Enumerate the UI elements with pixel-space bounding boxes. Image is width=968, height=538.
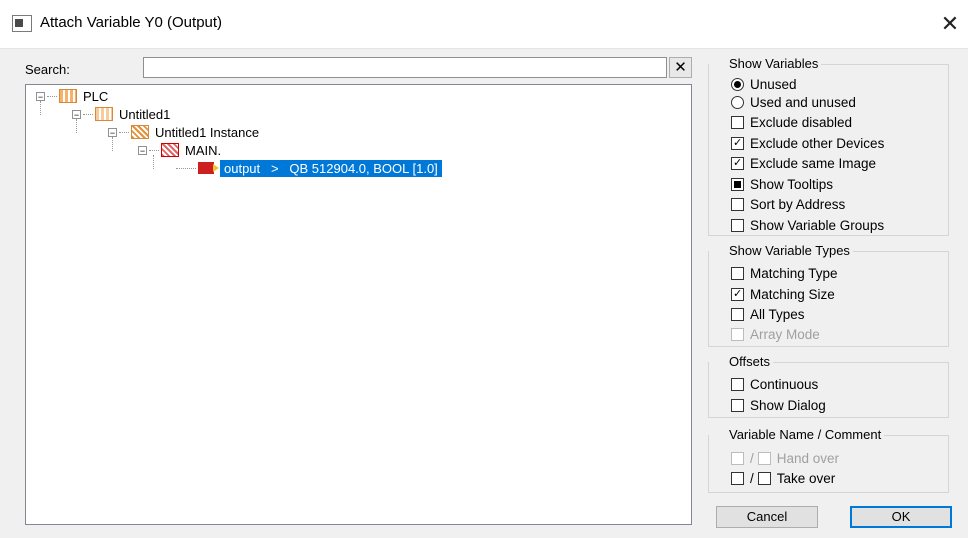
checkbox-icon: [757, 451, 771, 465]
checkbox-icon[interactable]: [731, 197, 744, 211]
checkbox-matching-size[interactable]: Matching Size: [731, 285, 835, 303]
tree-node-output-variable[interactable]: output > QB 512904.0, BOOL [1.0]: [176, 159, 442, 177]
collapse-icon[interactable]: −: [138, 145, 147, 155]
radio-used-and-unused[interactable]: Used and unused: [731, 93, 856, 111]
checkbox-icon[interactable]: [731, 177, 744, 191]
option-take-over[interactable]: / Take over: [731, 469, 835, 487]
variable-tree[interactable]: − PLC − Untitled1 − Untitled1 Instance −…: [25, 84, 692, 525]
tree-node-label: Untitled1 Instance: [155, 124, 260, 140]
radio-unused[interactable]: Unused: [731, 75, 797, 93]
tree-node-instance[interactable]: − Untitled1 Instance: [108, 123, 259, 141]
offsets-group: Offsets Continuous Show Dialog: [708, 354, 949, 418]
tree-node-label: MAIN.: [185, 142, 222, 158]
tree-node-label: Untitled1: [119, 106, 171, 122]
checkbox-icon[interactable]: [731, 471, 744, 485]
checkbox-icon[interactable]: [731, 266, 744, 280]
checkbox-icon[interactable]: [731, 136, 744, 150]
tree-node-label: PLC: [83, 88, 109, 104]
checkbox-show-dialog[interactable]: Show Dialog: [731, 396, 826, 414]
radio-icon[interactable]: [731, 77, 744, 91]
collapse-icon[interactable]: −: [72, 109, 81, 119]
close-button[interactable]: ✕: [932, 4, 968, 44]
checkbox-icon[interactable]: [757, 471, 771, 485]
checkbox-show-tooltips[interactable]: Show Tooltips: [731, 175, 833, 193]
checkbox-icon[interactable]: [731, 398, 744, 412]
main-program-icon: [161, 143, 179, 157]
checkbox-icon[interactable]: [731, 218, 744, 232]
checkbox-exclude-disabled[interactable]: Exclude disabled: [731, 113, 852, 131]
title-bar: Attach Variable Y0 (Output) ✕: [0, 0, 968, 49]
checkbox-sort-by-address[interactable]: Sort by Address: [731, 195, 845, 213]
checkbox-icon[interactable]: [731, 115, 744, 129]
project-icon: [95, 107, 113, 121]
search-input[interactable]: [143, 57, 667, 78]
group-legend: Offsets: [709, 354, 773, 369]
instance-icon: [131, 125, 149, 139]
checkbox-icon: [731, 451, 744, 465]
show-variable-types-group: Show Variable Types Matching Type Matchi…: [708, 243, 949, 347]
group-legend: Show Variables: [709, 56, 822, 71]
variable-name-comment-group: Variable Name / Comment / Hand over / Ta…: [708, 427, 949, 493]
ok-button[interactable]: OK: [850, 506, 952, 528]
checkbox-exclude-same-image[interactable]: Exclude same Image: [731, 154, 876, 172]
option-hand-over: / Hand over: [731, 449, 839, 467]
checkbox-icon[interactable]: [731, 156, 744, 170]
checkbox-exclude-other-devices[interactable]: Exclude other Devices: [731, 134, 884, 152]
cancel-button[interactable]: Cancel: [716, 506, 818, 528]
checkbox-icon[interactable]: [731, 377, 744, 391]
checkbox-matching-type[interactable]: Matching Type: [731, 264, 838, 282]
tree-node-main[interactable]: − MAIN.: [138, 141, 221, 159]
group-legend: Show Variable Types: [709, 243, 853, 258]
tree-node-plc[interactable]: − PLC: [36, 87, 108, 105]
checkbox-show-variable-groups[interactable]: Show Variable Groups: [731, 216, 884, 234]
search-clear-button[interactable]: ✕: [669, 57, 692, 78]
show-variables-group: Show Variables Unused Used and unused Ex…: [708, 56, 949, 236]
checkbox-icon[interactable]: [731, 287, 744, 301]
output-variable-icon: [198, 162, 219, 174]
search-label: Search:: [25, 62, 70, 77]
collapse-icon[interactable]: −: [108, 127, 117, 137]
group-legend: Variable Name / Comment: [709, 427, 885, 442]
window-icon: [12, 15, 32, 32]
window-title: Attach Variable Y0 (Output): [40, 14, 223, 31]
tree-node-project[interactable]: − Untitled1: [72, 105, 170, 123]
checkbox-array-mode: Array Mode: [731, 325, 820, 343]
collapse-icon[interactable]: −: [36, 91, 45, 101]
checkbox-all-types[interactable]: All Types: [731, 305, 805, 323]
checkbox-icon[interactable]: [731, 307, 744, 321]
checkbox-continuous[interactable]: Continuous: [731, 375, 818, 393]
checkbox-icon: [731, 327, 744, 341]
plc-icon: [59, 89, 77, 103]
radio-icon[interactable]: [731, 95, 744, 109]
selected-variable-label[interactable]: output > QB 512904.0, BOOL [1.0]: [220, 159, 442, 177]
